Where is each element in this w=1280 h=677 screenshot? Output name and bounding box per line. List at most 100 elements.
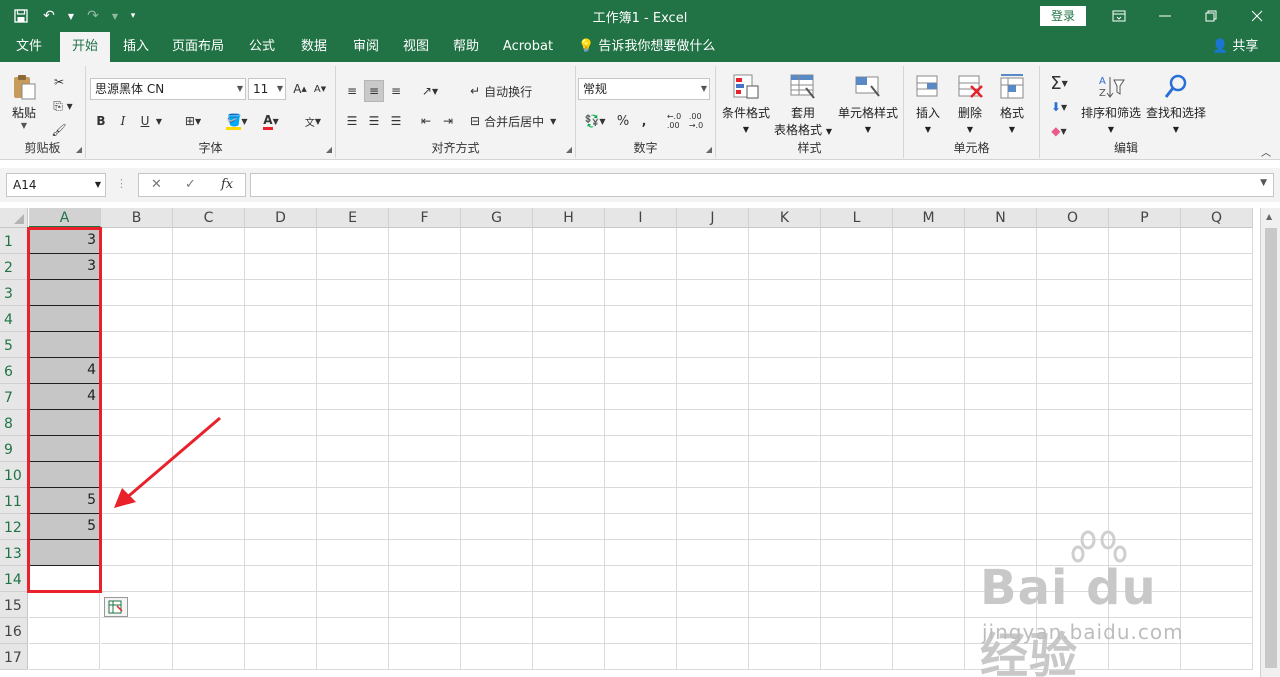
name-box[interactable]: A14 ▼ (6, 173, 106, 197)
cell-h2[interactable] (533, 254, 605, 280)
cell-l9[interactable] (821, 436, 893, 462)
cell-q3[interactable] (1181, 280, 1253, 306)
percent-style-button[interactable]: % (614, 110, 632, 132)
cell-c6[interactable] (173, 358, 245, 384)
cell-i9[interactable] (605, 436, 677, 462)
cell-d3[interactable] (245, 280, 317, 306)
cell-k8[interactable] (749, 410, 821, 436)
cell-e3[interactable] (317, 280, 389, 306)
cell-d15[interactable] (245, 592, 317, 618)
insert-cells-button[interactable]: 插入 ▼ (910, 72, 946, 135)
fill-color-icon[interactable]: 🪣 ▼ (222, 110, 252, 132)
tab-review[interactable]: 审阅 (344, 32, 388, 62)
cell-k2[interactable] (749, 254, 821, 280)
cell-e4[interactable] (317, 306, 389, 332)
column-header-o[interactable]: O (1037, 208, 1109, 228)
orientation-icon[interactable]: ↗ ▼ (416, 80, 444, 102)
cell-l5[interactable] (821, 332, 893, 358)
cell-l12[interactable] (821, 514, 893, 540)
cell-d14[interactable] (245, 566, 317, 592)
cell-l16[interactable] (821, 618, 893, 644)
cell-k12[interactable] (749, 514, 821, 540)
cell-c7[interactable] (173, 384, 245, 410)
cell-j6[interactable] (677, 358, 749, 384)
cell-p14[interactable] (1109, 566, 1181, 592)
column-header-k[interactable]: K (749, 208, 821, 228)
cell-h11[interactable] (533, 488, 605, 514)
cell-i7[interactable] (605, 384, 677, 410)
scrollbar-thumb[interactable] (1265, 228, 1277, 668)
cell-g9[interactable] (461, 436, 533, 462)
tab-home[interactable]: 开始 (60, 32, 110, 62)
cell-m5[interactable] (893, 332, 965, 358)
cell-e15[interactable] (317, 592, 389, 618)
cell-d16[interactable] (245, 618, 317, 644)
cell-m1[interactable] (893, 228, 965, 254)
borders-icon[interactable]: ⊞ ▼ (178, 110, 208, 132)
cell-m17[interactable] (893, 644, 965, 670)
row-header-12[interactable]: 12 (0, 514, 28, 540)
cell-l8[interactable] (821, 410, 893, 436)
cell-b13[interactable] (101, 540, 173, 566)
cell-p5[interactable] (1109, 332, 1181, 358)
cell-f17[interactable] (389, 644, 461, 670)
cell-b17[interactable] (101, 644, 173, 670)
cell-a11[interactable]: 5 (29, 488, 100, 514)
cell-c5[interactable] (173, 332, 245, 358)
clipboard-launcher-icon[interactable]: ◢ (76, 145, 82, 154)
collapse-ribbon-icon[interactable]: ︿ (1258, 144, 1274, 159)
bold-button[interactable]: B (92, 110, 110, 132)
cell-h5[interactable] (533, 332, 605, 358)
cell-l15[interactable] (821, 592, 893, 618)
name-box-dropdown-icon[interactable]: ▼ (95, 174, 101, 196)
cell-f10[interactable] (389, 462, 461, 488)
cell-b5[interactable] (101, 332, 173, 358)
sort-filter-button[interactable]: AZ 排序和筛选 ▼ (1076, 72, 1146, 135)
cell-a9[interactable] (29, 436, 100, 462)
cell-b6[interactable] (101, 358, 173, 384)
cell-f11[interactable] (389, 488, 461, 514)
cell-j3[interactable] (677, 280, 749, 306)
cell-o12[interactable] (1037, 514, 1109, 540)
cell-i6[interactable] (605, 358, 677, 384)
cell-g4[interactable] (461, 306, 533, 332)
cell-a15[interactable] (29, 592, 100, 618)
cell-a1[interactable]: 3 (29, 228, 100, 254)
row-header-11[interactable]: 11 (0, 488, 28, 514)
cell-b14[interactable] (101, 566, 173, 592)
merge-dropdown-icon[interactable]: ▼ (550, 117, 556, 126)
cell-g8[interactable] (461, 410, 533, 436)
cell-a17[interactable] (29, 644, 100, 670)
cell-o14[interactable] (1037, 566, 1109, 592)
tab-data[interactable]: 数据 (292, 32, 336, 62)
cell-h3[interactable] (533, 280, 605, 306)
font-name-dropdown-icon[interactable]: ▼ (237, 79, 243, 99)
cell-n7[interactable] (965, 384, 1037, 410)
auto-fill-options-button[interactable] (104, 597, 128, 617)
cell-c12[interactable] (173, 514, 245, 540)
row-header-16[interactable]: 16 (0, 618, 28, 644)
autosum-icon[interactable]: Σ ▼ (1044, 72, 1074, 94)
cell-i2[interactable] (605, 254, 677, 280)
cell-o16[interactable] (1037, 618, 1109, 644)
cell-i1[interactable] (605, 228, 677, 254)
confirm-entry-icon[interactable]: ✓ (185, 177, 196, 192)
row-header-5[interactable]: 5 (0, 332, 28, 358)
cell-styles-button[interactable]: 单元格样式 ▼ (832, 72, 904, 135)
cell-j7[interactable] (677, 384, 749, 410)
column-header-p[interactable]: P (1109, 208, 1181, 228)
cell-f2[interactable] (389, 254, 461, 280)
cell-l1[interactable] (821, 228, 893, 254)
format-as-table-button[interactable]: 套用 表格格式 ▼ (774, 72, 832, 138)
cell-q13[interactable] (1181, 540, 1253, 566)
row-header-6[interactable]: 6 (0, 358, 28, 384)
cell-j10[interactable] (677, 462, 749, 488)
cell-b1[interactable] (101, 228, 173, 254)
cell-g1[interactable] (461, 228, 533, 254)
cell-b2[interactable] (101, 254, 173, 280)
cell-l4[interactable] (821, 306, 893, 332)
cell-j1[interactable] (677, 228, 749, 254)
cell-f4[interactable] (389, 306, 461, 332)
underline-dropdown-icon[interactable]: ▼ (154, 110, 164, 132)
insert-function-button[interactable]: fx (221, 177, 233, 192)
